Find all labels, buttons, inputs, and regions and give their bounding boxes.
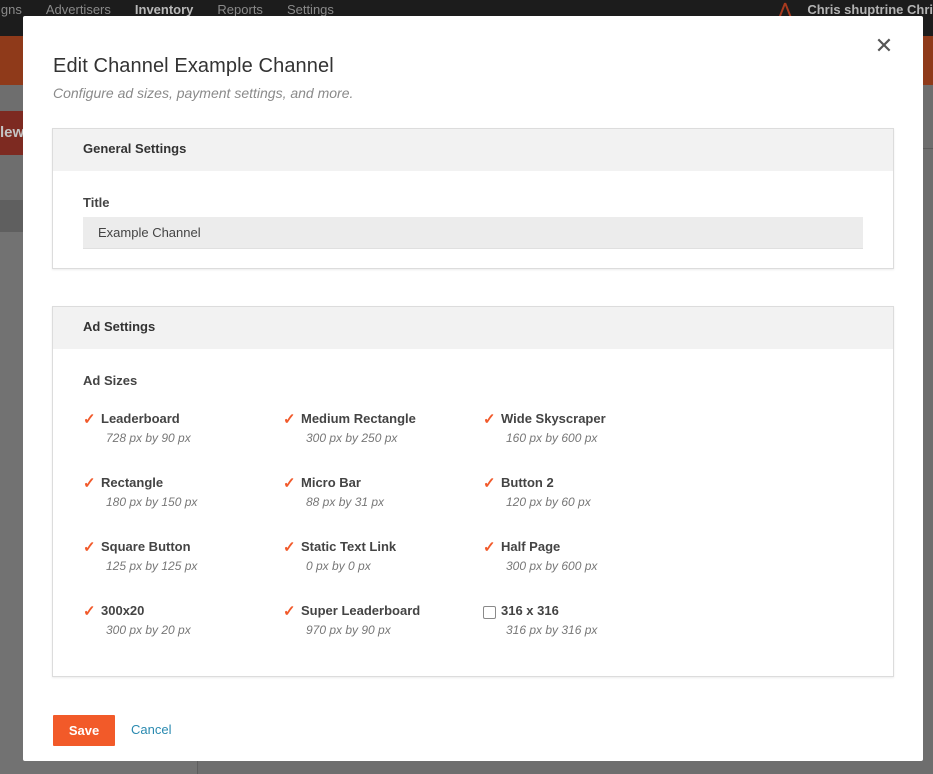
general-settings-heading: General Settings <box>53 129 893 171</box>
checkmark-icon[interactable]: ✓ <box>283 540 297 555</box>
ad-size-option[interactable]: ✓ Medium Rectangle 300 px by 250 px <box>283 411 483 451</box>
ad-size-dimensions: 160 px by 600 px <box>506 431 598 445</box>
checkmark-icon[interactable]: ✓ <box>83 412 97 427</box>
checkmark-icon[interactable]: ✓ <box>83 540 97 555</box>
checkbox[interactable] <box>483 606 496 619</box>
cancel-link[interactable]: Cancel <box>131 722 171 737</box>
ad-size-option[interactable]: ✓ Button 2 120 px by 60 px <box>483 475 683 515</box>
edit-channel-modal: ✕ Edit Channel Example Channel Configure… <box>23 16 923 761</box>
checkmark-icon[interactable]: ✓ <box>483 540 497 555</box>
modal-subtitle: Configure ad sizes, payment settings, an… <box>53 85 354 101</box>
ad-size-option[interactable]: ✓ Micro Bar 88 px by 31 px <box>283 475 483 515</box>
ad-size-dimensions: 316 px by 316 px <box>506 623 598 637</box>
ad-size-dimensions: 300 px by 250 px <box>306 431 398 445</box>
ad-size-dimensions: 180 px by 150 px <box>106 495 198 509</box>
ad-size-name: Super Leaderboard <box>301 603 421 618</box>
ad-size-name: Static Text Link <box>301 539 397 554</box>
ad-size-name: Leaderboard <box>101 411 180 426</box>
ad-size-name: Rectangle <box>101 475 164 490</box>
ad-size-dimensions: 970 px by 90 px <box>306 623 391 637</box>
ad-size-option[interactable]: ✓ Wide Skyscraper 160 px by 600 px <box>483 411 683 451</box>
ad-sizes-label: Ad Sizes <box>83 373 138 388</box>
ad-size-dimensions: 125 px by 125 px <box>106 559 198 573</box>
title-input[interactable] <box>83 217 863 249</box>
ad-size-dimensions: 300 px by 20 px <box>106 623 191 637</box>
ad-settings-heading: Ad Settings <box>53 307 893 349</box>
ad-size-name: Micro Bar <box>301 475 361 490</box>
ad-size-dimensions: 120 px by 60 px <box>506 495 591 509</box>
ad-size-option[interactable]: ✓ 300x20 300 px by 20 px <box>83 603 283 643</box>
ad-size-dimensions: 300 px by 600 px <box>506 559 598 573</box>
close-icon[interactable]: ✕ <box>874 35 894 57</box>
ad-size-option[interactable]: ✓ Square Button 125 px by 125 px <box>83 539 283 579</box>
checkmark-icon[interactable]: ✓ <box>283 604 297 619</box>
ad-size-option[interactable]: ✓ Half Page 300 px by 600 px <box>483 539 683 579</box>
general-settings-panel: General Settings Title <box>52 128 894 269</box>
checkmark-icon[interactable]: ✓ <box>283 476 297 491</box>
ad-size-option[interactable]: ✓ Super Leaderboard 970 px by 90 px <box>283 603 483 643</box>
checkmark-icon[interactable]: ✓ <box>83 604 97 619</box>
ad-size-name: Button 2 <box>501 475 554 490</box>
save-button[interactable]: Save <box>53 715 115 746</box>
ad-size-name: Wide Skyscraper <box>501 411 606 426</box>
ad-size-option[interactable]: 316 x 316 316 px by 316 px <box>483 603 683 643</box>
ad-size-name: Square Button <box>101 539 191 554</box>
checkmark-icon[interactable]: ✓ <box>483 476 497 491</box>
checkmark-icon[interactable]: ✓ <box>83 476 97 491</box>
ad-size-name: 316 x 316 <box>501 603 559 618</box>
ad-size-option[interactable]: ✓ Rectangle 180 px by 150 px <box>83 475 283 515</box>
background-right-panel <box>923 148 933 214</box>
background-strip <box>0 200 24 232</box>
ad-size-name: Medium Rectangle <box>301 411 416 426</box>
title-label: Title <box>83 195 110 210</box>
ad-size-dimensions: 88 px by 31 px <box>306 495 385 509</box>
ad-size-dimensions: 728 px by 90 px <box>106 431 191 445</box>
ad-settings-panel: Ad Settings Ad Sizes ✓ Leaderboard 728 px … <box>52 306 894 677</box>
ad-size-option[interactable]: ✓ Leaderboard 728 px by 90 px <box>83 411 283 451</box>
ad-size-name: Half Page <box>501 539 561 554</box>
ad-size-name: 300x20 <box>101 603 145 618</box>
ad-size-option[interactable]: ✓ Static Text Link 0 px by 0 px <box>283 539 483 579</box>
nav-campaigns[interactable]: igns <box>0 0 22 20</box>
modal-title: Edit Channel Example Channel <box>53 55 334 77</box>
checkmark-icon[interactable]: ✓ <box>283 412 297 427</box>
checkmark-icon[interactable]: ✓ <box>483 412 497 427</box>
ad-size-dimensions: 0 px by 0 px <box>306 559 371 573</box>
